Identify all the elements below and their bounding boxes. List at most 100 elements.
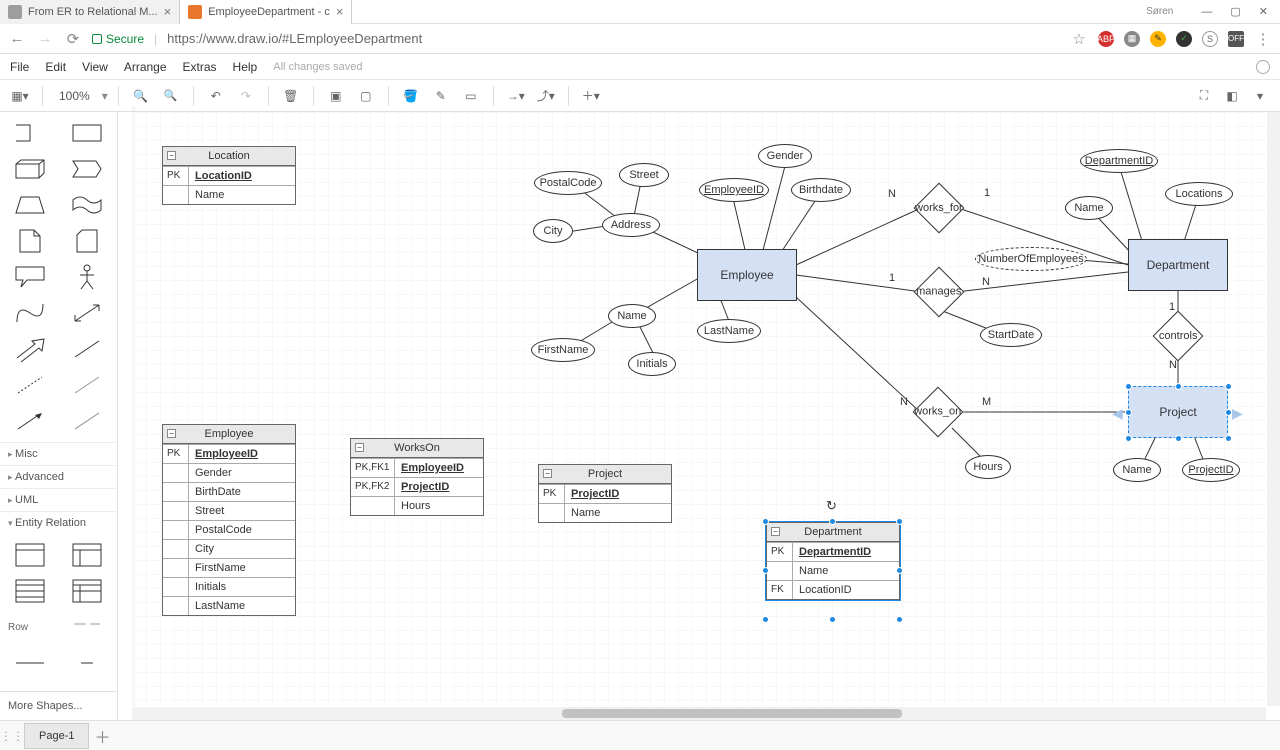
redo-icon[interactable]: ↷ [234,84,258,108]
rel-works-for[interactable]: works_for [914,183,965,234]
table-employee[interactable]: −Employee PKEmployeeID Gender BirthDate … [162,424,296,616]
shape-line-diag[interactable] [60,332,116,366]
shape-cube[interactable] [2,152,58,186]
attr-employeeid[interactable]: EmployeeID [699,178,769,202]
attr-departmentid[interactable]: DepartmentID [1080,149,1158,173]
shape-half-rect[interactable] [2,116,58,150]
reload-icon[interactable]: ⟳ [64,30,82,48]
attr-firstname[interactable]: FirstName [531,338,595,362]
er-shape-hr[interactable] [2,646,58,680]
shape-curve[interactable] [2,296,58,330]
shape-callout[interactable] [2,260,58,294]
attr-address[interactable]: Address [602,213,660,237]
format-panel-icon[interactable]: ◧ [1220,84,1244,108]
shape-arrow-solid[interactable] [2,404,58,438]
back-icon[interactable]: ← [8,30,26,47]
close-icon[interactable]: × [164,4,172,19]
fill-icon[interactable]: 🪣 [399,84,423,108]
menu-help[interactable]: Help [233,60,258,74]
ext-icon[interactable]: ▦ [1124,31,1140,47]
zoom-level[interactable]: 100% [53,89,96,103]
menu-extras[interactable]: Extras [183,60,217,74]
stroke-icon[interactable]: ✎ [429,84,453,108]
fullscreen-icon[interactable]: ⛶ [1192,84,1216,108]
category-advanced[interactable]: Advanced [0,465,117,488]
menu-file[interactable]: File [10,60,29,74]
category-er[interactable]: Entity Relation [0,511,117,534]
forward-icon[interactable]: → [36,30,54,47]
shape-step[interactable] [60,152,116,186]
vertical-scrollbar[interactable] [1267,112,1280,706]
horizontal-scrollbar[interactable] [132,707,1266,720]
er-shape-table[interactable] [2,538,58,572]
attr-name-dep[interactable]: Name [1065,196,1113,220]
star-icon[interactable]: ☆ [1070,30,1088,48]
more-shapes-button[interactable]: More Shapes... [0,691,117,720]
connection-icon[interactable]: →▾ [504,84,528,108]
attr-lastname[interactable]: LastName [697,319,761,343]
url-text[interactable]: https://www.draw.io/#LEmployeeDepartment [167,31,1060,46]
shape-line[interactable] [60,404,116,438]
table-project[interactable]: −Project PKProjectID Name [538,464,672,523]
zoom-in-icon[interactable]: 🔍 [129,84,153,108]
shape-dashed[interactable] [2,368,58,402]
ext-icon[interactable]: ✓ [1176,31,1192,47]
close-icon[interactable]: × [336,4,344,19]
insert-icon[interactable]: ＋▾ [579,84,603,108]
menu-view[interactable]: View [82,60,108,74]
undo-icon[interactable]: ↶ [204,84,228,108]
ext-icon[interactable]: OFF [1228,31,1244,47]
rel-works-on[interactable]: works_on [913,387,964,438]
canvas[interactable]: −Location PKLocationID Name −Employee PK… [132,112,1266,706]
attr-locations[interactable]: Locations [1165,182,1233,206]
attr-city[interactable]: City [533,219,573,243]
er-shape-table2[interactable] [60,538,116,572]
entity-department[interactable]: Department [1128,239,1228,291]
attr-postalcode[interactable]: PostalCode [534,171,602,195]
abp-icon[interactable]: ABP [1098,31,1114,47]
entity-employee[interactable]: Employee [697,249,797,301]
menu-icon[interactable]: ⋮ [1254,30,1272,48]
to-back-icon[interactable]: ▢ [354,84,378,108]
sel-arrow-right-icon[interactable]: ▶ [1232,405,1243,422]
er-shape-list2[interactable] [60,574,116,608]
to-front-icon[interactable]: ▣ [324,84,348,108]
ext-icon[interactable]: ✎ [1150,31,1166,47]
globe-icon[interactable] [1256,60,1270,74]
table-location[interactable]: −Location PKLocationID Name [162,146,296,205]
table-department[interactable]: −Department PKDepartmentID Name FKLocati… [766,522,900,600]
er-shape-hr2[interactable] [60,646,116,680]
browser-tab-1[interactable]: EmployeeDepartment - c × [180,0,352,24]
shape-card[interactable] [60,224,116,258]
attr-name-proj[interactable]: Name [1113,458,1161,482]
zoom-out-icon[interactable]: 🔍 [159,84,183,108]
menu-arrange[interactable]: Arrange [124,60,167,74]
table-workson[interactable]: −WorksOn PK,FK1EmployeeID PK,FK2ProjectI… [350,438,484,516]
er-shape-row[interactable] [60,610,116,644]
attr-startdate[interactable]: StartDate [980,323,1042,347]
drag-handle-icon[interactable]: ⋮⋮ [0,729,24,743]
menu-edit[interactable]: Edit [45,60,66,74]
add-page-icon[interactable]: ＋ [89,724,115,748]
shape-note[interactable] [2,224,58,258]
shape-actor[interactable] [60,260,116,294]
page-tab[interactable]: Page-1 [24,723,89,749]
minimize-icon[interactable]: — [1201,6,1212,18]
attr-initials[interactable]: Initials [628,352,676,376]
category-uml[interactable]: UML [0,488,117,511]
sel-arrow-left-icon[interactable]: ◀ [1112,405,1123,422]
attr-name-emp[interactable]: Name [608,304,656,328]
shape-arrow-bidir[interactable] [60,296,116,330]
attr-gender[interactable]: Gender [758,144,812,168]
ext-icon[interactable]: S [1202,31,1218,47]
rel-manages[interactable]: manages [914,267,965,318]
rotate-icon[interactable]: ↻ [826,498,837,514]
attr-hours[interactable]: Hours [965,455,1011,479]
shape-arrow-thick[interactable] [2,332,58,366]
collapse-icon[interactable]: ▾ [1248,84,1272,108]
waypoint-icon[interactable]: ⤴▾ [534,84,558,108]
shape-trapezoid[interactable] [2,188,58,222]
view-icon[interactable]: ▦▾ [8,84,32,108]
rel-controls[interactable]: controls [1153,311,1204,362]
shape-line-thin[interactable] [60,368,116,402]
